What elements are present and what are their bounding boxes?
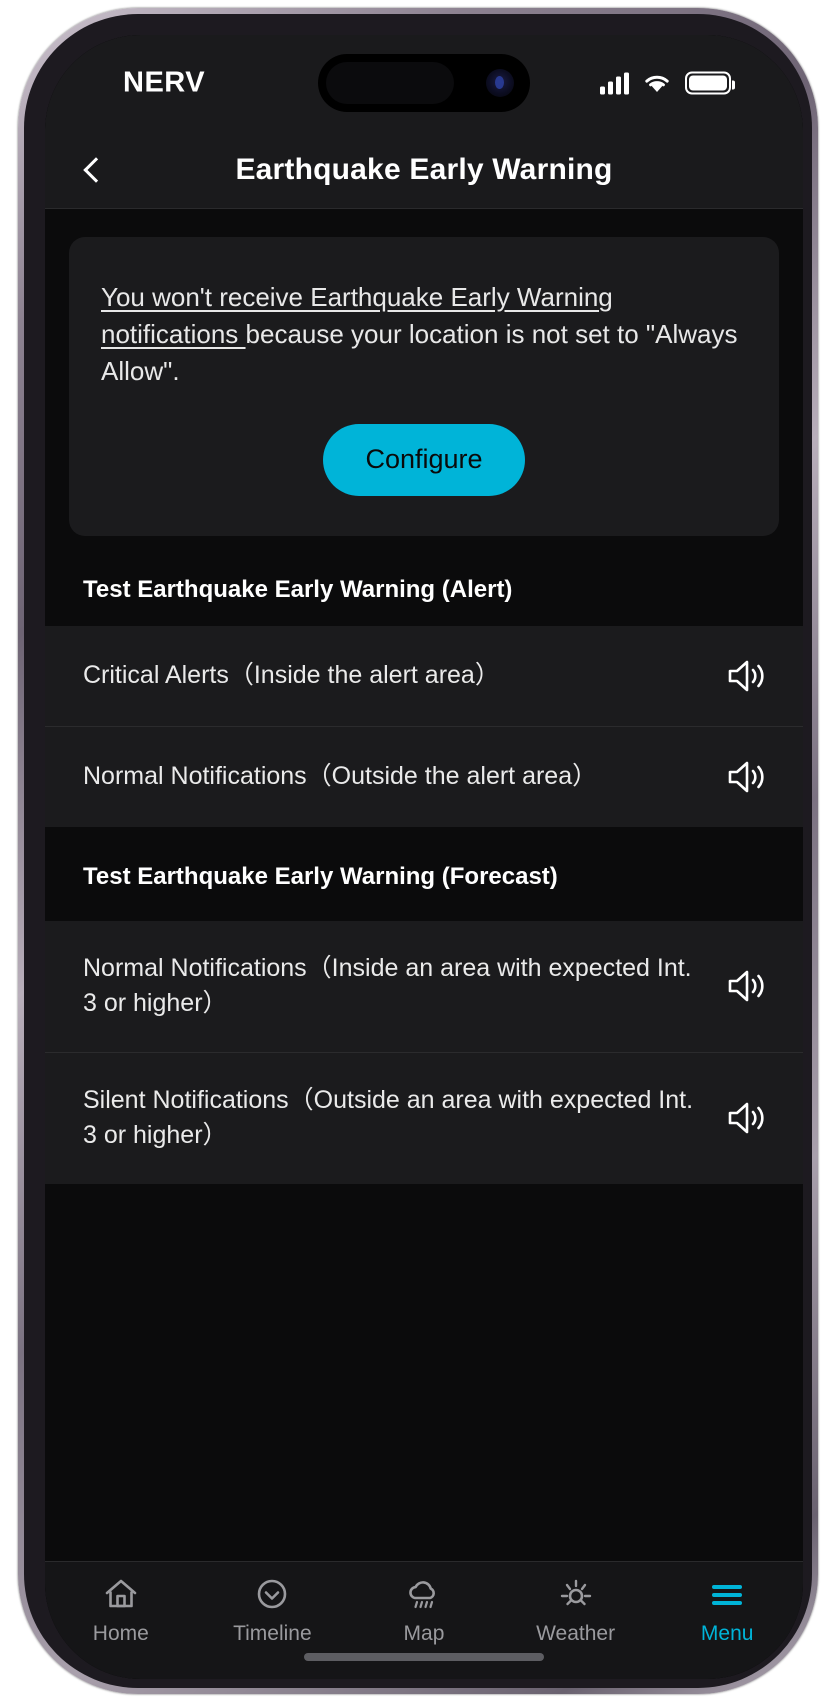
- battery-full-icon: [685, 71, 735, 95]
- phone-bezel: NERV Earthquake Early Warning You won't …: [24, 14, 812, 1688]
- location-permission-notice-card: You won't receive Earthquake Early Warni…: [69, 237, 779, 536]
- content-bottom-spacer: [45, 1183, 803, 1302]
- phone-frame: NERV Earthquake Early Warning You won't …: [18, 8, 818, 1694]
- screenshot-root: NERV Earthquake Early Warning You won't …: [0, 0, 836, 1702]
- front-camera-icon: [486, 69, 514, 97]
- hamburger-menu-icon: [707, 1574, 747, 1614]
- tab-label: Home: [92, 1622, 149, 1645]
- section-header-forecast: Test Earthquake Early Warning (Forecast): [45, 826, 803, 921]
- dynamic-island: [318, 54, 530, 112]
- bottom-tab-bar: Home Timeline Map Weather Menu: [45, 1561, 803, 1679]
- speaker-sound-icon[interactable]: [725, 1098, 769, 1138]
- status-indicators: [600, 71, 735, 95]
- tab-home[interactable]: Home: [45, 1574, 197, 1646]
- row-label: Normal Notifications（Inside an area with…: [83, 953, 692, 1018]
- speaker-sound-icon[interactable]: [725, 966, 769, 1006]
- sun-icon: [556, 1574, 596, 1614]
- list-item[interactable]: Normal Notifications（Outside the alert a…: [45, 727, 803, 827]
- navigation-bar: Earthquake Early Warning: [45, 131, 803, 209]
- alert-settings-list: Critical Alerts（Inside the alert area） N…: [45, 625, 803, 827]
- list-item[interactable]: Critical Alerts（Inside the alert area）: [45, 626, 803, 727]
- tab-timeline[interactable]: Timeline: [197, 1574, 349, 1646]
- chevron-left-icon: [83, 156, 109, 183]
- tab-label: Menu: [700, 1622, 754, 1645]
- list-item[interactable]: Normal Notifications（Inside an area with…: [45, 921, 803, 1053]
- back-button[interactable]: [67, 144, 119, 196]
- wifi-icon: [645, 75, 669, 92]
- status-bar: NERV: [45, 35, 803, 131]
- configure-button-row: Configure: [101, 423, 747, 496]
- tab-weather[interactable]: Weather: [500, 1574, 652, 1646]
- rain-cloud-icon: [404, 1574, 444, 1614]
- speaker-sound-icon[interactable]: [725, 757, 769, 797]
- clock-check-icon: [252, 1574, 292, 1614]
- page-title: Earthquake Early Warning: [235, 152, 613, 186]
- carrier-label: NERV: [123, 66, 206, 99]
- forecast-settings-list: Normal Notifications（Inside an area with…: [45, 920, 803, 1184]
- list-item[interactable]: Silent Notifications（Outside an area wit…: [45, 1053, 803, 1184]
- row-label: Silent Notifications（Outside an area wit…: [83, 1085, 694, 1150]
- phone-screen: NERV Earthquake Early Warning You won't …: [45, 35, 803, 1679]
- tab-label: Map: [403, 1622, 445, 1645]
- speaker-sound-icon[interactable]: [725, 656, 769, 696]
- row-label: Normal Notifications（Outside the alert a…: [83, 761, 598, 790]
- content-scroll-area[interactable]: You won't receive Earthquake Early Warni…: [45, 209, 803, 1561]
- section-header-alert: Test Earthquake Early Warning (Alert): [45, 535, 803, 626]
- home-indicator[interactable]: [304, 1653, 544, 1661]
- tab-label: Weather: [536, 1622, 616, 1645]
- configure-button[interactable]: Configure: [323, 423, 525, 496]
- tab-map[interactable]: Map: [348, 1574, 500, 1646]
- cellular-bars-icon: [600, 72, 629, 94]
- notice-text: You won't receive Earthquake Early Warni…: [101, 279, 747, 390]
- home-icon: [101, 1574, 141, 1614]
- tab-menu[interactable]: Menu: [651, 1574, 803, 1646]
- dynamic-island-pill: [326, 62, 454, 104]
- app-container: NERV Earthquake Early Warning You won't …: [45, 35, 803, 1679]
- tab-label: Timeline: [233, 1622, 312, 1645]
- row-label: Critical Alerts（Inside the alert area）: [83, 660, 500, 689]
